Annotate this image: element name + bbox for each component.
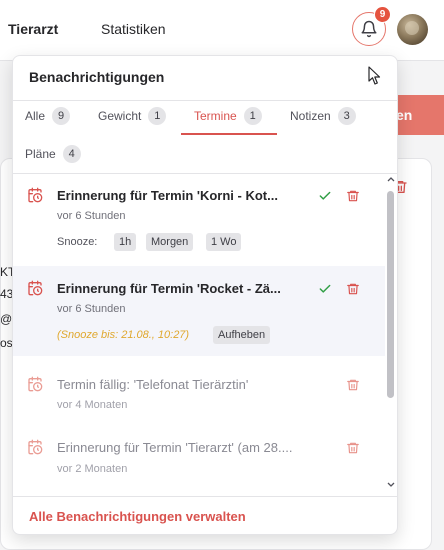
notification-count-badge: 9	[374, 6, 391, 23]
check-icon[interactable]	[318, 189, 332, 203]
tab-count: 9	[52, 107, 71, 125]
trash-icon[interactable]	[346, 440, 360, 456]
top-navigation: Tierarzt Statistiken 9	[0, 0, 444, 61]
tab-count: 1	[243, 107, 262, 125]
snooze-1wo-button[interactable]: 1 Wo	[206, 233, 242, 251]
notification-time: vor 6 Stunden	[57, 210, 126, 222]
notification-item[interactable]: Erinnerung für Termin 'Rocket - Zä... vo…	[13, 266, 385, 356]
active-tab-indicator	[181, 133, 277, 135]
notification-time: vor 6 Stunden	[57, 303, 126, 315]
tab-termine[interactable]: Termine 1	[194, 107, 262, 125]
check-icon[interactable]	[318, 282, 332, 296]
notification-item[interactable]: Erinnerung für Termin 'Tierarzt' (am 28.…	[13, 424, 385, 486]
snooze-1h-button[interactable]: 1h	[114, 233, 137, 251]
tab-label: Pläne	[25, 147, 56, 161]
tab-label: Notizen	[290, 109, 331, 123]
chevron-down-icon[interactable]	[387, 482, 395, 488]
tab-label: Alle	[25, 109, 46, 123]
tab-count: 4	[62, 145, 81, 163]
notification-item[interactable]: Erinnerung für Termin 'Korni - Kot... vo…	[13, 174, 385, 264]
tab-count: 3	[337, 107, 356, 125]
panel-title: Benachrichtigungen	[29, 69, 165, 85]
notification-list[interactable]: Erinnerung für Termin 'Korni - Kot... vo…	[13, 174, 397, 496]
calendar-clock-icon	[28, 439, 43, 455]
tab-plaene[interactable]: Pläne 4	[25, 145, 81, 163]
scrollbar-thumb[interactable]	[387, 191, 394, 398]
background-text-fragment: @	[0, 312, 13, 326]
unsnooze-button[interactable]: Aufheben	[213, 326, 271, 344]
nav-link-statistiken[interactable]: Statistiken	[101, 21, 166, 37]
notification-time: vor 4 Monaten	[57, 399, 128, 411]
tab-label: Gewicht	[98, 109, 142, 123]
trash-icon[interactable]	[346, 188, 360, 204]
manage-notifications-link[interactable]: Alle Benachrichtigungen verwalten	[29, 509, 246, 524]
notification-title: Erinnerung für Termin 'Rocket - Zä...	[57, 281, 281, 296]
nav-link-tierarzt[interactable]: Tierarzt	[8, 21, 58, 37]
tab-notizen[interactable]: Notizen 3	[290, 107, 356, 125]
calendar-clock-icon	[28, 376, 43, 392]
tab-alle[interactable]: Alle 9	[25, 107, 71, 125]
snooze-morgen-button[interactable]: Morgen	[146, 233, 194, 251]
tab-count: 1	[148, 107, 167, 125]
notification-title: Erinnerung für Termin 'Korni - Kot...	[57, 188, 278, 203]
trash-icon[interactable]	[346, 377, 360, 393]
calendar-clock-icon	[28, 187, 43, 203]
bell-icon	[361, 20, 377, 38]
tab-gewicht[interactable]: Gewicht 1	[98, 107, 167, 125]
notifications-dropdown: Benachrichtigungen Alle 9 Gewicht 1 Term…	[12, 55, 398, 535]
notification-item[interactable]: Termin fällig: 'Telefonat Tierärztin' vo…	[13, 360, 385, 422]
snooze-label: Snooze:	[57, 236, 98, 248]
tab-label: Termine	[194, 109, 237, 123]
notification-title: Termin fällig: 'Telefonat Tierärztin'	[57, 377, 249, 392]
snoozed-until-text: (Snooze bis: 21.08., 10:27)	[57, 329, 190, 341]
trash-icon[interactable]	[346, 281, 360, 297]
avatar[interactable]	[397, 14, 428, 45]
chevron-up-icon[interactable]	[387, 176, 395, 182]
divider	[13, 496, 397, 497]
notification-title: Erinnerung für Termin 'Tierarzt' (am 28.…	[57, 440, 293, 455]
background-text-fragment: os	[0, 336, 13, 350]
calendar-clock-icon	[28, 280, 43, 296]
notification-time: vor 2 Monaten	[57, 463, 128, 475]
cursor-icon	[368, 66, 381, 85]
divider	[13, 100, 397, 101]
